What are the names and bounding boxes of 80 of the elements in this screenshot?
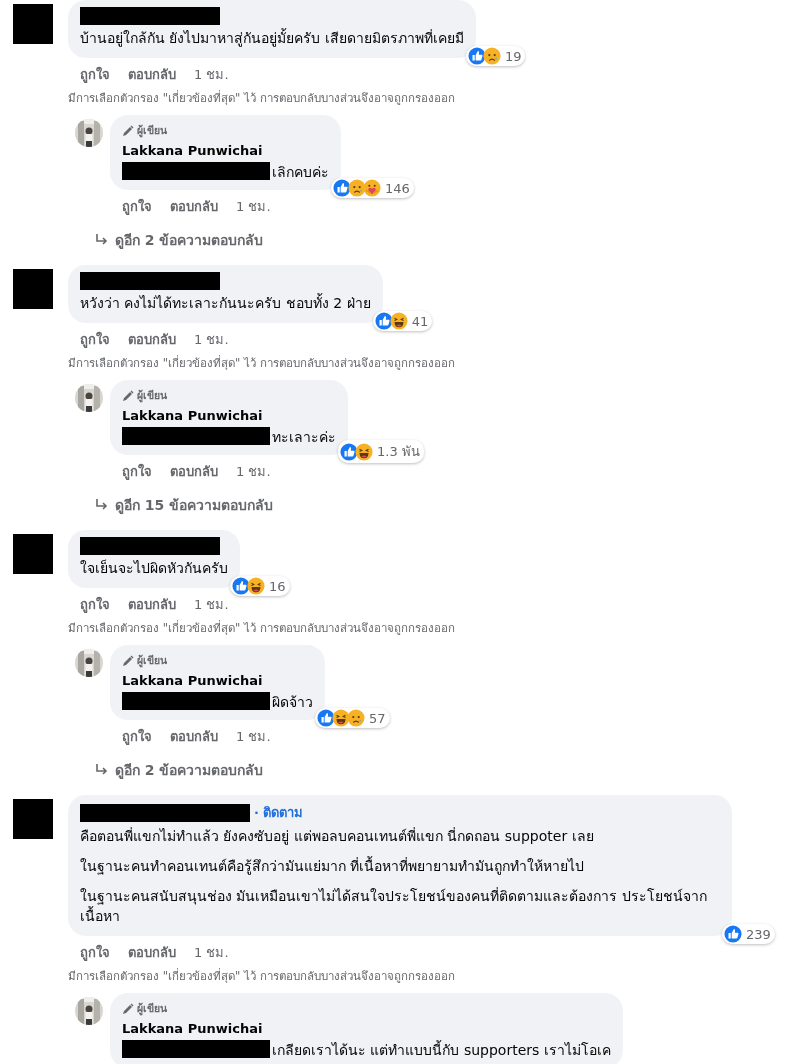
author-name[interactable]: Lakkana Punwichai [122, 1021, 611, 1036]
reaction-summary[interactable]: 16 [230, 576, 290, 596]
author-badge-text: ผู้เขียน [137, 123, 167, 139]
redaction-bar [13, 799, 53, 839]
like-icon [724, 925, 742, 943]
timestamp: 1 ชม. [236, 463, 271, 481]
like-icon [317, 709, 335, 727]
reply-link[interactable]: ตอบกลับ [170, 196, 218, 217]
reply-link[interactable]: ตอบกลับ [128, 594, 176, 615]
reply-link[interactable]: ตอบกลับ [170, 726, 218, 747]
pen-icon [122, 124, 134, 137]
timestamp: 1 ชม. [194, 596, 229, 614]
more-replies-link[interactable]: ดูอีก 2 ข้อความตอบกลับ [95, 229, 800, 251]
pen-icon [122, 654, 134, 667]
like-link[interactable]: ถูกใจ [122, 461, 152, 482]
filter-note: มีการเลือกตัวกรอง "เกี่ยวข้องที่สุด" ไว้ การตอบกลับบางส่วนจึงอาจถูกกรองออก [68, 619, 456, 637]
author-badge-text: ผู้เขียน [137, 388, 167, 404]
like-link[interactable]: ถูกใจ [80, 942, 110, 963]
laughing-face-icon [355, 442, 373, 461]
like-link[interactable]: ถูกใจ [80, 594, 110, 615]
laughing-face-icon [247, 577, 265, 595]
pen-icon [122, 389, 134, 402]
author-badge-text: ผู้เขียน [137, 653, 167, 669]
reply-text: เลิกคบค่ะ [272, 164, 329, 180]
laughing-face-icon [332, 709, 350, 727]
comment-text: คือตอนพี่แขกไม่ทำแล้ว ยังคงซับอยู่ แต่พอลบคอนเทนต์พี่แขก นี่กดถอน suppoter เลย [80, 826, 595, 846]
sad-face-icon [348, 179, 366, 197]
reply-link[interactable]: ตอบกลับ [128, 329, 176, 350]
hugging-face-icon [363, 179, 381, 197]
more-replies-link[interactable]: ดูอีก 2 ข้อความตอบกลับ [95, 759, 800, 781]
reply-link[interactable]: ตอบกลับ [128, 942, 176, 963]
pen-icon [122, 1002, 134, 1015]
comment-text: ในฐานะคนสนับสนุนช่อง มันเหมือนเขาไม่ได้สนใจประโยชน์ของคนที่ติดตามและต้องการ ประโยชน์จากเนื้อหา [80, 886, 708, 926]
author-badge-text: ผู้เขียน [137, 1001, 167, 1017]
reply-text: เกลียดเราได้นะ แต่ทำแบบนี้กับ supporters เราไม่โอเค [272, 1042, 611, 1058]
comment-text: หวังว่า คงไม่ได้ทะเลาะกันนะครับ ชอบทั้ง 2 ฝ่าย [80, 293, 371, 313]
sad-face-icon [482, 47, 501, 65]
reaction-summary[interactable]: 41 [372, 311, 433, 331]
reaction-summary[interactable]: 19 [465, 46, 526, 66]
like-link[interactable]: ถูกใจ [122, 726, 152, 747]
redaction-bar [13, 269, 53, 309]
like-icon [333, 179, 351, 197]
author-name[interactable]: Lakkana Punwichai [122, 408, 336, 423]
reply-link[interactable]: ตอบกลับ [128, 64, 176, 85]
redaction-bar [13, 534, 53, 574]
reply-arrow-icon [95, 763, 109, 777]
laughing-face-icon [389, 312, 408, 330]
reaction-summary[interactable]: 57 [315, 708, 390, 728]
timestamp: 1 ชม. [194, 944, 229, 962]
follow-link[interactable]: · ติดตาม [254, 802, 304, 823]
timestamp: 1 ชม. [194, 66, 229, 84]
filter-note: มีการเลือกตัวกรอง "เกี่ยวข้องที่สุด" ไว้ การตอบกลับบางส่วนจึงอาจถูกกรองออก [68, 354, 456, 372]
comment-text: ในฐานะคนทำคอนเทนต์คือรู้สึกว่ามันแย่มาก ที่เนื้อหาที่พยายามทำมันถูกทำให้หายไป [80, 856, 586, 876]
author-name[interactable]: Lakkana Punwichai [122, 143, 329, 158]
reaction-summary[interactable]: 1.3 พัน [338, 440, 424, 463]
reply-arrow-icon [95, 498, 109, 512]
comment-text: ใจเย็นจะไปผิดหัวกันครับ [80, 558, 228, 578]
filter-note: มีการเลือกตัวกรอง "เกี่ยวข้องที่สุด" ไว้ การตอบกลับบางส่วนจึงอาจถูกกรองออก [68, 967, 456, 985]
filter-note: มีการเลือกตัวกรอง "เกี่ยวข้องที่สุด" ไว้ การตอบกลับบางส่วนจึงอาจถูกกรองออก [68, 89, 456, 107]
reply-text: ผิดจ้าว [272, 694, 313, 710]
timestamp: 1 ชม. [236, 728, 271, 746]
like-icon [232, 577, 250, 595]
sad-face-icon [347, 709, 365, 727]
reaction-summary[interactable]: 146 [331, 178, 414, 198]
redaction-bar [13, 4, 53, 44]
like-icon [340, 442, 358, 461]
like-icon [467, 47, 486, 65]
reply-link[interactable]: ตอบกลับ [170, 461, 218, 482]
reply-arrow-icon [95, 233, 109, 247]
reply-text: ทะเลาะค่ะ [272, 429, 336, 445]
like-link[interactable]: ถูกใจ [80, 64, 110, 85]
timestamp: 1 ชม. [236, 198, 271, 216]
like-link[interactable]: ถูกใจ [122, 196, 152, 217]
timestamp: 1 ชม. [194, 331, 229, 349]
like-icon [374, 312, 393, 330]
more-replies-link[interactable]: ดูอีก 15 ข้อความตอบกลับ [95, 494, 800, 516]
comment-text: บ้านอยู่ใกล้กัน ยังไปมาหาสู่กันอยู่มั้ยครับ เสียดายมิตรภาพที่เคยมี [80, 28, 464, 48]
like-link[interactable]: ถูกใจ [80, 329, 110, 350]
author-name[interactable]: Lakkana Punwichai [122, 673, 313, 688]
reaction-summary[interactable]: 239 [722, 924, 775, 944]
